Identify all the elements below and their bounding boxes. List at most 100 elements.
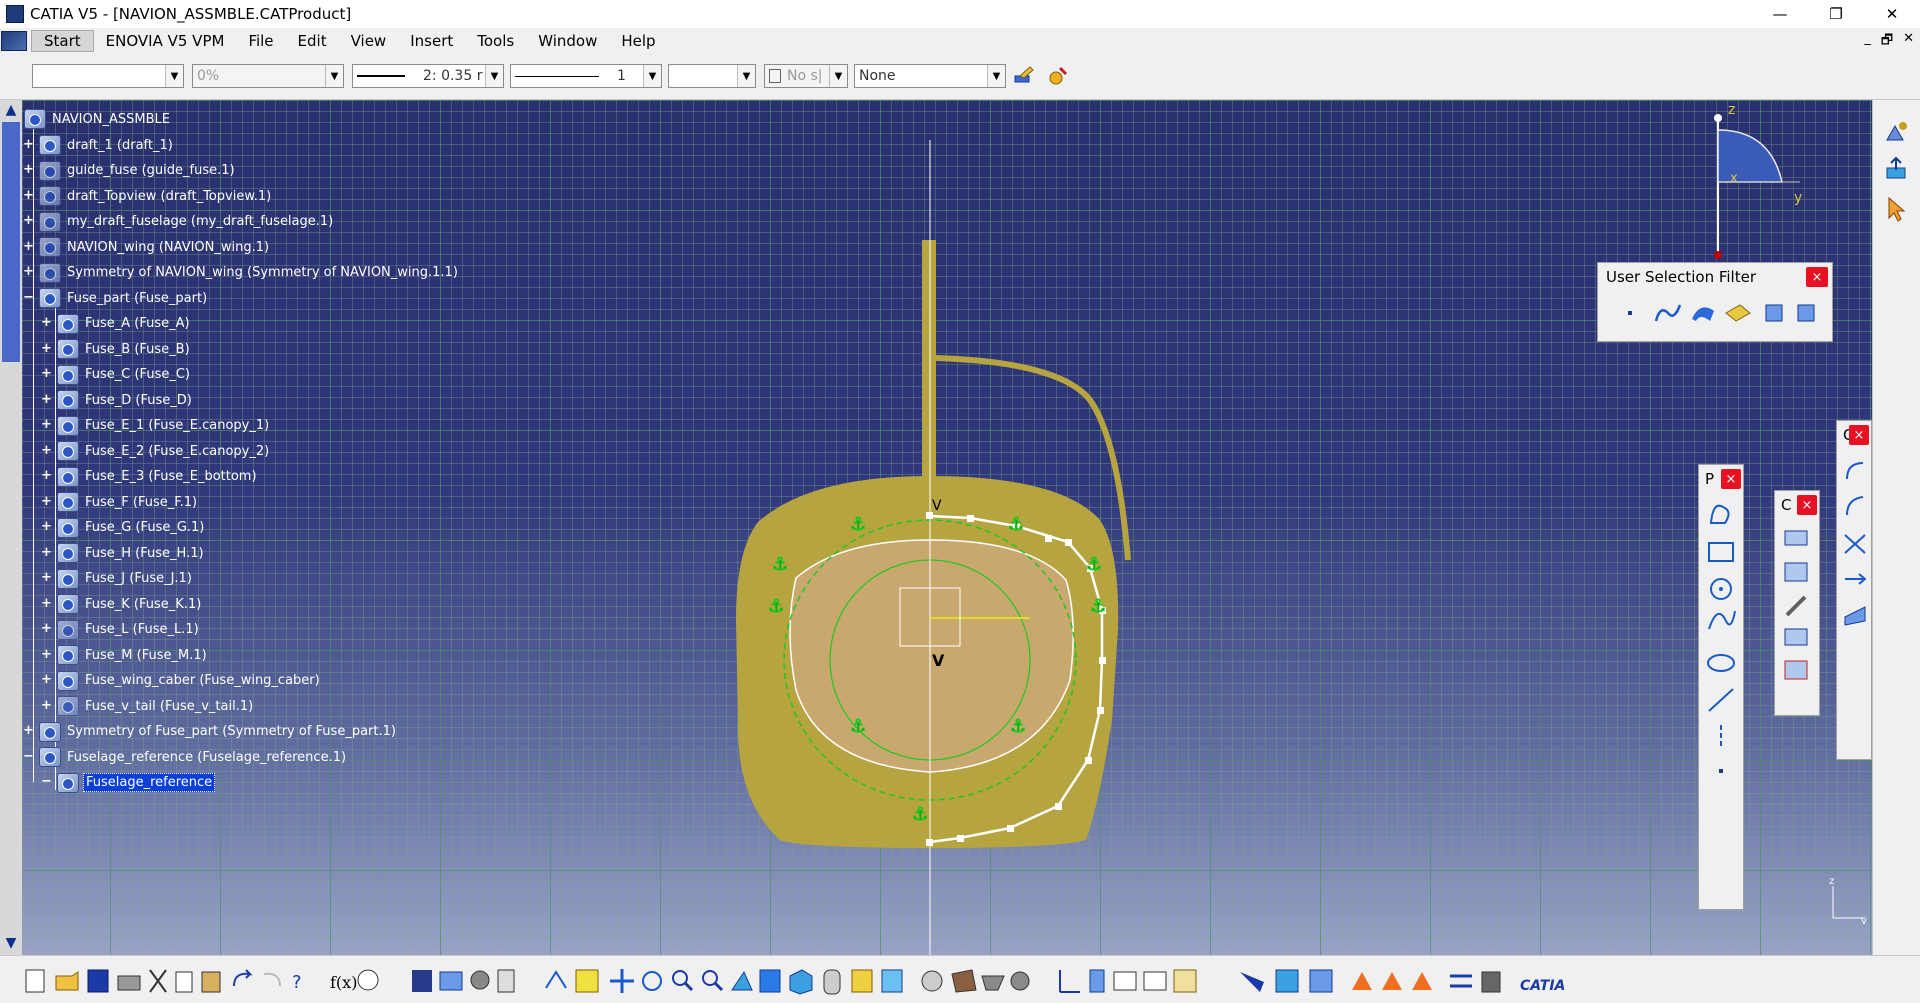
expand-icon[interactable]: + <box>40 469 53 483</box>
tree-node[interactable]: + Fuse_E_1 (Fuse_E.canopy_1) <box>40 415 271 437</box>
tree-node[interactable]: + Fuse_v_tail (Fuse_v_tail.1) <box>40 695 255 717</box>
expand-icon[interactable]: + <box>22 240 35 254</box>
tree-node[interactable]: + Fuse_J (Fuse_J.1) <box>40 568 194 590</box>
expand-icon[interactable]: + <box>40 444 53 458</box>
curve-filter-icon[interactable] <box>1654 304 1682 322</box>
expand-icon[interactable]: + <box>22 138 35 152</box>
tree-node[interactable]: + Symmetry of Fuse_part (Symmetry of Fuse… <box>22 721 398 743</box>
axis-system-icon[interactable] <box>1059 970 1080 993</box>
tail-fin[interactable] <box>922 240 936 490</box>
tree-node[interactable]: + Fuse_G (Fuse_G.1) <box>40 517 206 539</box>
tree-node[interactable]: + Fuse_C (Fuse_C) <box>40 364 192 386</box>
shading-icon[interactable] <box>823 969 841 995</box>
tree-node[interactable]: + my_draft_fuselage (my_draft_fuselage.1) <box>22 211 335 233</box>
tree-node[interactable]: + Fuse_F (Fuse_F.1) <box>40 491 199 513</box>
analysis-icon[interactable] <box>1143 971 1167 991</box>
multi-view-icon[interactable] <box>759 969 781 993</box>
manipulation-icon[interactable] <box>981 975 1005 991</box>
tree-node[interactable]: + guide_fuse (guide_fuse.1) <box>22 160 237 182</box>
iso-view-icon[interactable] <box>789 969 813 995</box>
tree-node[interactable]: + Fuse_M (Fuse_M.1) <box>40 644 209 666</box>
undo-icon[interactable] <box>233 969 253 987</box>
close-icon[interactable]: × <box>1806 267 1828 287</box>
ellipse-icon[interactable] <box>1707 654 1735 672</box>
restore-button[interactable]: ❐ <box>1808 0 1864 28</box>
line-icon[interactable] <box>1708 688 1734 712</box>
menu-view[interactable]: View <box>339 30 399 52</box>
knowledge-icon[interactable] <box>470 970 490 990</box>
expand-icon[interactable]: + <box>22 189 35 203</box>
rectangle-icon[interactable] <box>1708 542 1734 562</box>
tree-node[interactable]: + Fuse_D (Fuse_D) <box>40 389 194 411</box>
close-icon[interactable]: × <box>1721 469 1741 489</box>
new-document-icon[interactable] <box>25 969 45 993</box>
expand-icon[interactable]: + <box>40 316 53 330</box>
sketcher-icon[interactable] <box>1881 154 1911 184</box>
tree-node[interactable]: + NAVION_wing (NAVION_wing.1) <box>22 236 271 258</box>
expand-icon[interactable]: + <box>40 342 53 356</box>
tree-node[interactable]: + Fuse_K (Fuse_K.1) <box>40 593 203 615</box>
rotate-icon[interactable] <box>642 971 662 991</box>
tree-scrollbar[interactable]: ▲ ▼ <box>0 100 22 955</box>
redo-icon[interactable] <box>263 972 281 987</box>
point-icon[interactable] <box>1719 769 1723 773</box>
corner-icon[interactable] <box>1846 462 1864 480</box>
tree-node[interactable]: + Fuse_L (Fuse_L.1) <box>40 619 201 641</box>
cut-icon[interactable] <box>149 969 167 993</box>
tree-root[interactable]: NAVION_ASSMBLE <box>24 108 172 130</box>
tree-node[interactable]: + Fuse_A (Fuse_A) <box>40 313 192 335</box>
menu-help[interactable]: Help <box>609 30 667 52</box>
fix-together-icon[interactable] <box>1785 595 1807 617</box>
expand-icon[interactable]: + <box>40 571 53 585</box>
sketch-tools-icon[interactable] <box>1240 972 1264 992</box>
point-type-combo[interactable]: ▼ <box>668 64 756 88</box>
exit-workbench-icon[interactable] <box>1881 118 1911 148</box>
constraint-icon[interactable] <box>1784 530 1808 546</box>
clash-icon[interactable] <box>1173 969 1197 993</box>
menu-enovia[interactable]: ENOVIA V5 VPM <box>94 30 237 52</box>
expand-icon[interactable]: + <box>22 163 35 177</box>
profile-icon[interactable] <box>1709 504 1730 524</box>
expand-icon[interactable]: + <box>40 648 53 662</box>
doc-close-button[interactable]: ✕ <box>1903 31 1914 53</box>
collapse-icon[interactable] <box>1450 974 1472 988</box>
expand-icon[interactable]: + <box>40 673 53 687</box>
tree-node[interactable]: − Fuselage_reference (Fuselage_reference.… <box>22 746 348 768</box>
trim-icon[interactable] <box>1844 534 1866 554</box>
tree-node[interactable]: + Fuse_E_3 (Fuse_E_bottom) <box>40 466 259 488</box>
swap-space-icon[interactable] <box>881 969 903 993</box>
expand-icon[interactable]: + <box>40 418 53 432</box>
grid-snap-icon[interactable] <box>1275 969 1299 993</box>
settings-gear-icon[interactable] <box>921 970 943 992</box>
save-icon[interactable] <box>87 969 109 993</box>
open-folder-icon[interactable] <box>55 971 79 991</box>
close-button[interactable]: ✕ <box>1864 0 1920 28</box>
scroll-down-icon[interactable]: ▼ <box>2 935 20 953</box>
expand-icon[interactable]: + <box>40 622 53 636</box>
print-icon[interactable] <box>117 975 141 991</box>
paste-icon[interactable] <box>201 971 221 993</box>
tree-node[interactable]: + Symmetry of NAVION_wing (Symmetry of NA… <box>22 262 460 284</box>
menu-file[interactable]: File <box>236 30 285 52</box>
linetype-combo[interactable]: 1 ▼ <box>510 64 662 88</box>
tree-node[interactable]: + Fuse_H (Fuse_H.1) <box>40 542 206 564</box>
bom-icon[interactable] <box>1089 969 1105 993</box>
snap-icon[interactable] <box>1010 971 1030 991</box>
expand-icon[interactable]: + <box>22 265 35 279</box>
collapse-icon[interactable]: − <box>40 775 53 789</box>
expand-icon[interactable]: + <box>22 214 35 228</box>
whats-this-icon[interactable]: ? <box>292 972 302 993</box>
volume-filter-icon[interactable] <box>1725 304 1751 322</box>
point-filter-icon[interactable] <box>1628 311 1632 315</box>
menu-start[interactable]: Start <box>31 30 94 52</box>
catia-logo-icon[interactable] <box>1 31 27 51</box>
menu-edit[interactable]: Edit <box>286 30 339 52</box>
construction-icon[interactable] <box>1309 969 1333 993</box>
surface-filter-icon[interactable] <box>1692 307 1714 321</box>
pan-icon[interactable] <box>610 969 634 993</box>
expand-icon[interactable]: + <box>40 367 53 381</box>
comment-icon[interactable] <box>357 969 379 991</box>
expand-icon[interactable]: + <box>40 520 53 534</box>
select-arrow-icon[interactable] <box>1881 194 1911 224</box>
close-icon[interactable]: × <box>1849 425 1869 445</box>
